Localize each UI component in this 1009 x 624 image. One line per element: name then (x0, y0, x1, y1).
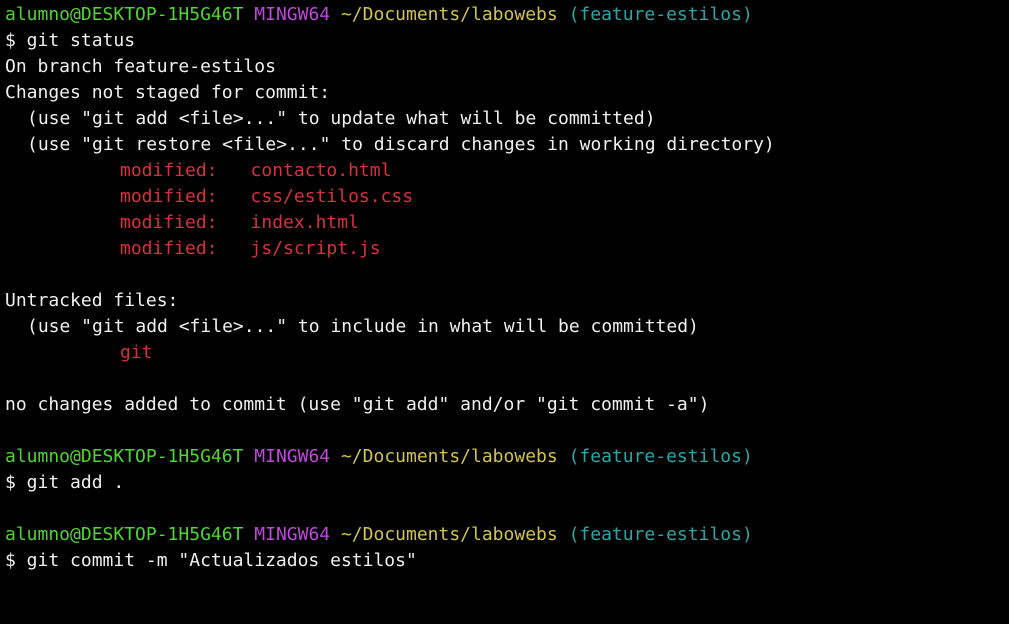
untracked-file-name: git (120, 342, 153, 363)
command-line[interactable]: $ git commit -m "Actualizados estilos" (5, 548, 1009, 574)
prompt-line: alumno@DESKTOP-1H5G46T MINGW64 ~/Documen… (5, 2, 1009, 28)
terminal-window[interactable]: alumno@DESKTOP-1H5G46T MINGW64 ~/Documen… (0, 0, 1009, 624)
modified-file-row: modified: index.html (5, 210, 1009, 236)
modified-label: modified: (120, 160, 218, 181)
prompt-user: alumno@DESKTOP-1H5G46T (5, 446, 244, 467)
modified-file-name: css/estilos.css (250, 186, 414, 207)
prompt-branch: (feature-estilos) (568, 4, 753, 25)
hint-restore-text: (use "git restore <file>..." to discard … (27, 134, 775, 155)
modified-file-row: modified: css/estilos.css (5, 184, 1009, 210)
command-line: $ git status (5, 30, 136, 51)
modified-file-name: js/script.js (250, 238, 381, 259)
on-branch-text: On branch feature-estilos (5, 56, 276, 77)
prompt-system: MINGW64 (254, 4, 331, 25)
untracked-header: Untracked files: (5, 290, 179, 311)
modified-label: modified: (120, 238, 218, 259)
prompt-path: ~/Documents/labowebs (340, 4, 558, 25)
prompt-line: alumno@DESKTOP-1H5G46T MINGW64 ~/Documen… (5, 444, 1009, 470)
prompt-path: ~/Documents/labowebs (340, 446, 558, 467)
changes-header: Changes not staged for commit: (5, 82, 331, 103)
modified-file-name: contacto.html (250, 160, 392, 181)
prompt-path: ~/Documents/labowebs (340, 524, 558, 545)
hint-add-text: (use "git add <file>..." to update what … (27, 108, 656, 129)
modified-label: modified: (120, 186, 218, 207)
modified-file-row: modified: contacto.html (5, 158, 1009, 184)
modified-label: modified: (120, 212, 218, 233)
prompt-branch: (feature-estilos) (568, 524, 753, 545)
prompt-line: alumno@DESKTOP-1H5G46T MINGW64 ~/Documen… (5, 522, 1009, 548)
modified-file-name: index.html (250, 212, 359, 233)
prompt-user: alumno@DESKTOP-1H5G46T (5, 4, 244, 25)
hint-untracked-text: (use "git add <file>..." to include in w… (27, 316, 699, 337)
prompt-system: MINGW64 (254, 524, 331, 545)
prompt-system: MINGW64 (254, 446, 331, 467)
command-line: $ git add . (5, 472, 125, 493)
prompt-user: alumno@DESKTOP-1H5G46T (5, 524, 244, 545)
prompt-branch: (feature-estilos) (568, 446, 753, 467)
summary-text: no changes added to commit (use "git add… (5, 394, 710, 415)
modified-file-row: modified: js/script.js (5, 236, 1009, 262)
